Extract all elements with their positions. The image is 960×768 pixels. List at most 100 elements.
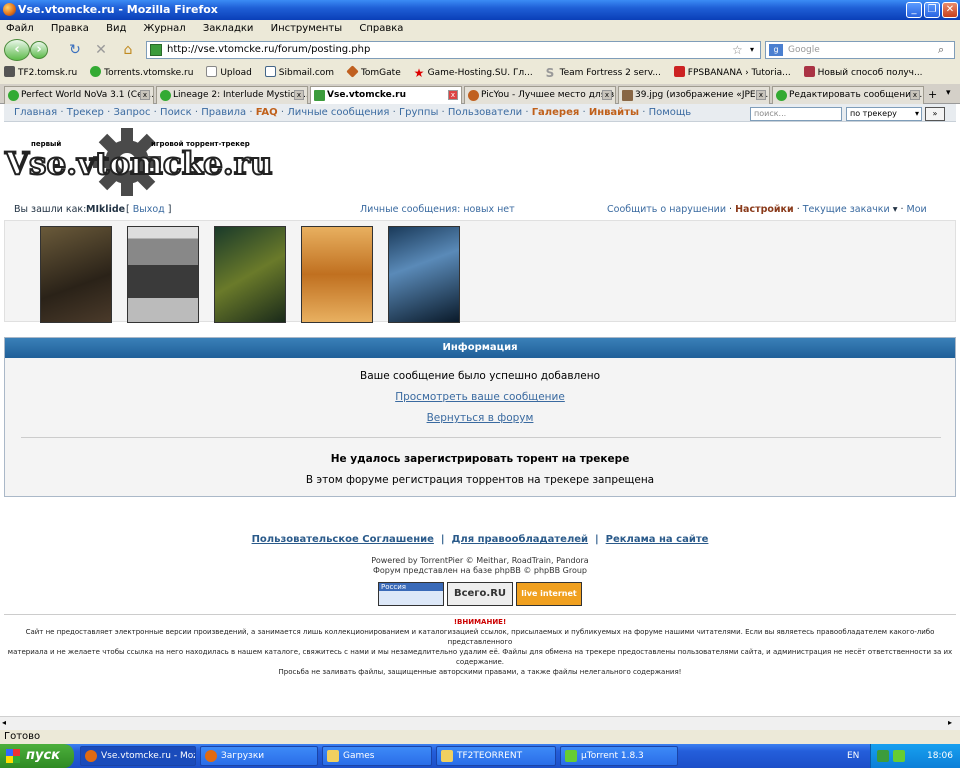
nav-invites[interactable]: Инвайты	[589, 107, 639, 118]
nav-help[interactable]: Помощь	[649, 107, 692, 118]
nav-private-messages[interactable]: Личные сообщения	[287, 107, 389, 118]
settings-link[interactable]: Настройки	[735, 204, 794, 215]
game-cover[interactable]	[301, 226, 373, 323]
utorrent-tray-icon[interactable]	[893, 750, 905, 762]
copyright-holders-link[interactable]: Для правообладателей	[451, 534, 588, 545]
search-icon[interactable]: ⌕	[938, 42, 944, 58]
tab-close-icon[interactable]: x	[294, 90, 304, 100]
task-downloads[interactable]: Загрузки	[200, 746, 318, 766]
language-indicator[interactable]: EN	[847, 744, 859, 768]
bookmark-star-icon[interactable]: ☆	[732, 42, 743, 58]
menu-file[interactable]: Файл	[6, 23, 34, 34]
bookmark-item[interactable]: Torrents.vtomske.ru	[90, 63, 193, 84]
tab-close-icon[interactable]: x	[602, 90, 612, 100]
game-cover[interactable]	[214, 226, 286, 323]
bookmark-item[interactable]: Новый способ получ...	[803, 63, 923, 84]
tab-close-icon[interactable]: x	[910, 90, 920, 100]
bookmark-item[interactable]: Sibmail.com	[264, 63, 334, 84]
view-message-link[interactable]: Просмотреть ваше сообщение	[5, 391, 955, 403]
task-tf2torrent[interactable]: TF2TEORRENT	[436, 746, 556, 766]
task-firefox[interactable]: Vse.vtomcke.ru - Moz...	[80, 746, 196, 766]
task-utorrent[interactable]: µTorrent 1.8.3	[560, 746, 678, 766]
search-input[interactable]: g Google ⌕	[765, 41, 955, 59]
phpbb-text: Форум представлен на базе phpBB © phpBB …	[372, 566, 588, 575]
tab-list-icon[interactable]: ▾	[946, 88, 951, 98]
tab-favicon-icon	[776, 90, 787, 101]
back-to-forum-link[interactable]: Вернуться в форум	[5, 412, 955, 424]
nav-search[interactable]: Поиск	[160, 107, 192, 118]
bookmark-item[interactable]: FPSBANANA › Tutoria...	[673, 63, 791, 84]
bookmark-item[interactable]: Upload	[206, 63, 252, 84]
menu-history[interactable]: Журнал	[144, 23, 186, 34]
warning-label: !ВНИМАНИЕ!	[453, 618, 507, 626]
game-cover[interactable]	[40, 226, 112, 323]
star-icon: ★	[413, 66, 425, 80]
advertising-link[interactable]: Реклама на сайте	[606, 534, 709, 545]
tab-close-icon[interactable]: x	[448, 90, 458, 100]
nav-groups[interactable]: Группы	[399, 107, 438, 118]
tab-image[interactable]: 39.jpg (изображение «JPEG... x	[618, 86, 770, 104]
info-panel: Информация Ваше сообщение было успешно д…	[4, 337, 956, 497]
menu-view[interactable]: Вид	[106, 23, 126, 34]
google-icon[interactable]: g	[769, 44, 783, 56]
nav-tracker[interactable]: Трекер	[67, 107, 104, 118]
tab-vse-vtomcke[interactable]: Vse.vtomcke.ru x	[310, 86, 462, 104]
history-dropdown-icon[interactable]: ▾	[750, 42, 754, 58]
forward-button[interactable]: ›	[30, 41, 48, 59]
bookmark-item[interactable]: TomGate	[346, 63, 401, 84]
maximize-button[interactable]: ❐	[924, 2, 940, 18]
task-games[interactable]: Games	[322, 746, 432, 766]
network-icon[interactable]	[877, 750, 889, 762]
private-messages-link[interactable]: Личные сообщения: новых нет	[360, 202, 515, 218]
new-tab-icon[interactable]: +	[928, 88, 937, 101]
menu-edit[interactable]: Правка	[51, 23, 89, 34]
reload-icon[interactable]: ↻	[66, 41, 84, 59]
back-button[interactable]: ‹	[4, 39, 30, 61]
bookmark-item[interactable]: ★ Game-Hosting.SU. Гл...	[414, 63, 533, 84]
game-cover[interactable]	[127, 226, 199, 323]
username[interactable]: MIklide	[86, 202, 125, 218]
start-button[interactable]: пуск	[0, 744, 74, 768]
search-scope-select[interactable]: по трекеру ▾	[846, 107, 922, 121]
search-go-button[interactable]: »	[925, 107, 945, 121]
report-link[interactable]: Сообщить о нарушении	[607, 204, 726, 215]
nav-gallery[interactable]: Галерея	[532, 107, 580, 118]
site-search-input[interactable]: поиск...	[750, 107, 842, 121]
chevron-down-icon: ▾	[914, 109, 919, 118]
site-logo[interactable]: Vse.vtomcke.ru первый игровой торрент-тр…	[4, 126, 274, 198]
user-bar: Вы зашли как: MIklide [ Выход ] Личные с…	[4, 202, 956, 231]
scroll-left-icon[interactable]: ◂	[2, 718, 6, 727]
tab-lineage[interactable]: Lineage 2: Interlude MysticW... x	[156, 86, 308, 104]
nav-rules[interactable]: Правила	[201, 107, 246, 118]
bookmark-item[interactable]: TF2.tomsk.ru	[4, 63, 77, 84]
system-tray: EN 18:06	[847, 744, 960, 768]
nav-users[interactable]: Пользователи	[448, 107, 522, 118]
menu-bookmarks[interactable]: Закладки	[203, 23, 254, 34]
tab-edit-message[interactable]: Редактировать сообщение ... x	[772, 86, 924, 104]
tab-picyou[interactable]: PicYou - Лучшее место для в... x	[464, 86, 616, 104]
close-button[interactable]: ✕	[942, 2, 958, 18]
tab-close-icon[interactable]: x	[756, 90, 766, 100]
game-cover[interactable]	[388, 226, 460, 323]
nav-home[interactable]: Главная	[14, 107, 57, 118]
menu-tools[interactable]: Инструменты	[271, 23, 343, 34]
user-agreement-link[interactable]: Пользовательское Соглашение	[252, 534, 434, 545]
logout-link[interactable]: Выход	[133, 204, 165, 215]
tab-favicon-icon	[314, 90, 325, 101]
home-icon[interactable]: ⌂	[119, 41, 137, 59]
counter-vsego[interactable]: Всего.RU	[447, 582, 513, 606]
nav-request[interactable]: Запрос	[113, 107, 150, 118]
counter-liveinternet[interactable]: live internet	[516, 582, 582, 606]
horizontal-scrollbar[interactable]: ◂ ▸	[0, 716, 960, 730]
downloads-link[interactable]: Текущие закачки	[803, 204, 890, 215]
minimize-button[interactable]: _	[906, 2, 922, 18]
tab-close-icon[interactable]: x	[140, 90, 150, 100]
tab-perfect-world[interactable]: Perfect World NoVa 3.1 (Сер... x	[4, 86, 154, 104]
url-bar[interactable]: http://vse.vtomcke.ru/forum/posting.php …	[146, 41, 761, 59]
nav-faq[interactable]: FAQ	[256, 107, 278, 118]
bookmark-item[interactable]: S Team Fortress 2 serv...	[546, 63, 661, 84]
counter-russia[interactable]: Россия	[378, 582, 444, 606]
stop-icon[interactable]: ✕	[92, 41, 110, 59]
scroll-right-icon[interactable]: ▸	[948, 718, 952, 727]
menu-help[interactable]: Справка	[359, 23, 403, 34]
